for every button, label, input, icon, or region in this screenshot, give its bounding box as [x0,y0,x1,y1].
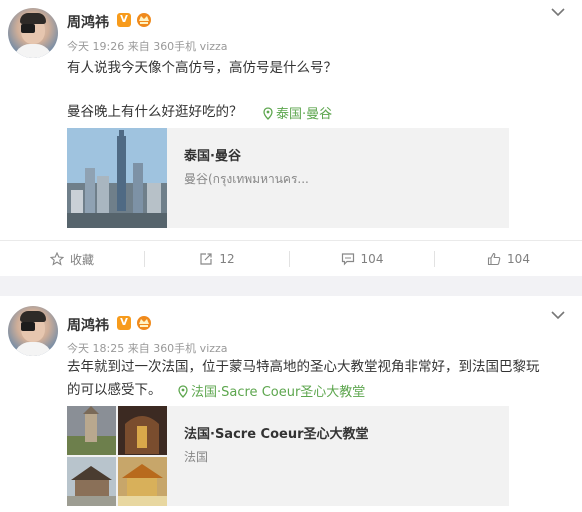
weibo-post-card: 周鸿祎 V 今天 19:26 来自 360手机 vizza 有人说我今天像个高仿… [0,0,582,276]
post-meta: 今天 18:25 来自 360手机 vizza [67,342,228,355]
location-label: 法国·Sacre Coeur圣心大教堂 [191,385,366,400]
user-name[interactable]: 周鸿祎 [67,315,109,335]
vip-crown-icon[interactable] [136,12,152,27]
chevron-down-icon[interactable] [550,6,566,18]
place-card[interactable]: 法国·Sacre Coeur圣心大教堂 法国 [67,406,509,506]
verified-badge-icon: V [117,13,131,27]
like-button[interactable]: 104 [435,241,582,277]
favorite-button[interactable]: 收藏 [0,241,144,277]
post-text: 去年就到过一次法国，位于蒙马特高地的圣心大教堂视角非常好，到法国巴黎玩 [67,359,540,375]
location-pin-icon [178,385,188,398]
favorite-label: 收藏 [69,252,94,267]
user-name[interactable]: 周鸿祎 [67,12,109,32]
post-meta: 今天 19:26 来自 360手机 vizza [67,40,228,53]
place-card[interactable]: 泰国·曼谷 曼谷(กรุงเทพมหานคร... [67,128,509,228]
thumbs-up-icon [487,252,501,266]
repost-count: 12 [219,252,235,266]
place-title: 泰国·曼谷 [184,149,241,164]
post-text: 有人说我今天像个高仿号，高仿号是什么号？ [67,60,337,76]
repost-icon [200,253,212,265]
place-subtitle: 法国 [184,450,209,464]
avatar[interactable] [8,8,58,58]
post-text: 曼谷晚上有什么好逛好吃的？ [67,104,243,120]
star-icon [49,252,64,266]
comment-count: 104 [360,252,384,266]
place-thumbnail [67,128,167,228]
location-label: 泰国·曼谷 [276,107,333,122]
place-thumbnail [67,406,167,506]
comment-button[interactable]: 104 [290,241,434,277]
location-tag[interactable]: 泰国·曼谷 [263,103,332,122]
location-tag[interactable]: 法国·Sacre Coeur圣心大教堂 [178,381,365,400]
place-subtitle: 曼谷(กรุงเทพมหานคร... [184,172,309,186]
chevron-down-icon[interactable] [550,309,566,321]
avatar[interactable] [8,306,58,356]
comment-icon [341,253,354,266]
action-bar: 收藏 12 104 104 [0,240,582,277]
weibo-post-card: 周鸿祎 V 今天 18:25 来自 360手机 vizza 去年就到过一次法国，… [0,296,582,512]
location-pin-icon [263,107,273,120]
like-count: 104 [507,252,530,266]
repost-button[interactable]: 12 [145,241,289,277]
post-text: 的可以感受下。 [67,382,162,398]
place-title: 法国·Sacre Coeur圣心大教堂 [184,427,369,442]
verified-badge-icon: V [117,316,131,330]
vip-crown-icon[interactable] [136,315,152,330]
